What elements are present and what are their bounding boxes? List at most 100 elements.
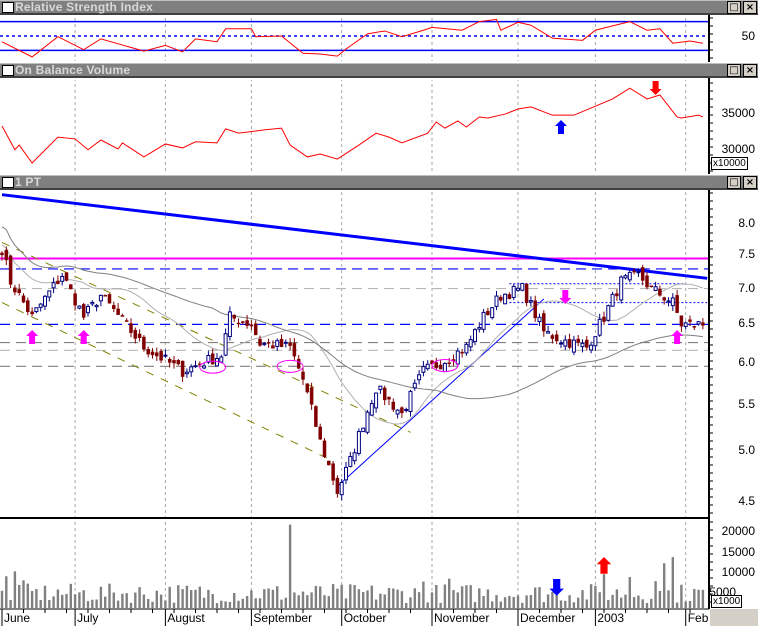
candle-body [150, 351, 155, 356]
volume-bar [323, 595, 326, 608]
candle-body [602, 316, 606, 322]
candle-body [387, 396, 391, 400]
volume-bar [478, 588, 481, 608]
trendline [1, 302, 334, 462]
volume-bar [499, 601, 502, 608]
obv-down-arrow-icon [649, 81, 662, 95]
candle-body [585, 339, 589, 348]
candle-body [486, 310, 490, 316]
candle-body [90, 301, 95, 305]
price-axis-label: 7.0 [738, 280, 755, 295]
candle-body [576, 338, 580, 343]
candle-body [645, 275, 649, 288]
volume-bar [615, 589, 619, 608]
volume-bar [202, 597, 206, 608]
volume-bar [585, 599, 588, 608]
rsi-close-button[interactable]: × [743, 1, 757, 14]
candle-body [666, 300, 671, 303]
volume-bar [86, 601, 90, 608]
candle-body [658, 289, 662, 296]
volume-bar [237, 600, 240, 608]
candle-body [400, 407, 404, 414]
volume-bar [620, 597, 623, 608]
volume-bar [164, 600, 167, 608]
volume-bar [215, 603, 219, 608]
price-axis-label: 4.5 [738, 494, 755, 509]
candle-body [103, 295, 107, 297]
volume-bar [224, 601, 227, 608]
candle-body [395, 409, 400, 415]
volume-bar [155, 590, 158, 608]
candle-body [344, 466, 348, 481]
rsi-panel-titlebar[interactable]: Relative Strength Index □ × [0, 0, 758, 15]
volume-bar [675, 602, 679, 608]
candle-body [348, 455, 353, 467]
candle-body [314, 406, 318, 427]
candle-body [107, 294, 112, 304]
volume-bar [628, 577, 631, 608]
obv-panel-titlebar[interactable]: On Balance Volume □ × [0, 63, 758, 78]
price-restore-button[interactable]: □ [727, 176, 741, 189]
volume-bar [572, 602, 576, 608]
candle-body [172, 360, 176, 364]
volume-bar [194, 589, 197, 608]
trendline [1, 242, 411, 433]
volume-bar [405, 603, 408, 608]
volume-bar [577, 597, 580, 608]
volume-bar [151, 601, 154, 608]
candle-body [365, 411, 370, 433]
volume-bar [546, 594, 550, 608]
candle-body [649, 285, 654, 288]
candle-body [692, 326, 697, 328]
price-close-button[interactable]: × [743, 176, 757, 189]
candle-body [236, 322, 241, 325]
candle-body [327, 460, 331, 466]
volume-bar [650, 598, 653, 608]
obv-close-button[interactable]: × [743, 64, 757, 77]
volume-bar [568, 595, 571, 608]
candle-body [619, 276, 624, 301]
volume-bar [48, 599, 51, 608]
volume-bar [452, 590, 455, 608]
obv-plot [1, 80, 704, 173]
volume-bar [465, 585, 468, 608]
candle-body [262, 343, 267, 346]
candle-body [245, 320, 249, 326]
candle-body [499, 296, 503, 301]
candle-body [580, 342, 585, 348]
volume-bar [663, 563, 666, 608]
volume-bar [267, 588, 270, 608]
candle-body [636, 271, 641, 274]
up-arrow-icon [77, 330, 90, 344]
volume-bar [297, 595, 300, 608]
candle-body [653, 286, 658, 291]
candle-body [421, 366, 426, 373]
candle-body [4, 249, 9, 261]
volume-bar [529, 594, 533, 608]
candle-body [210, 353, 215, 365]
candle-body [589, 344, 594, 351]
candle-body [116, 308, 120, 315]
volume-bar [181, 589, 184, 608]
candle-body [378, 385, 383, 390]
month-label: June [4, 611, 31, 625]
candle-body [219, 356, 224, 363]
volume-bar [13, 571, 17, 608]
volume-bar [430, 592, 434, 608]
volume-bar [284, 597, 287, 608]
obv-restore-button[interactable]: □ [727, 64, 741, 77]
volume-bar [233, 593, 236, 608]
volume-bar [693, 588, 696, 608]
volume-bar [116, 600, 120, 608]
price-axis-label: 8.0 [738, 216, 755, 230]
candle-body [232, 314, 236, 319]
price-panel-titlebar[interactable]: 1 PT □ × [0, 175, 758, 190]
volume-bar [177, 585, 180, 608]
candle-body [202, 365, 207, 369]
volume-bar [589, 584, 593, 608]
month-label: December [520, 611, 576, 625]
price-axis-label: 7.5 [738, 247, 755, 262]
rsi-restore-button[interactable]: □ [727, 1, 741, 14]
volume-bar [288, 524, 292, 608]
volume-plot [0, 519, 705, 608]
